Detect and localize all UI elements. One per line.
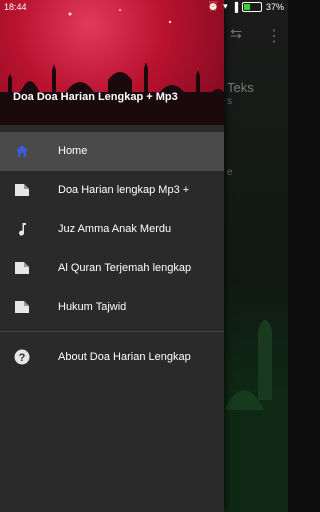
menu-item-label: Al Quran Terjemah lengkap xyxy=(58,262,192,274)
background-text: Teks xyxy=(227,80,254,95)
alarm-icon: ⏰ xyxy=(207,1,220,11)
menu-item-label: Home xyxy=(58,145,88,157)
file-icon xyxy=(15,184,29,196)
help-icon: ? xyxy=(14,349,30,365)
music-note-icon xyxy=(19,223,26,236)
menu-item-label: Hukum Tajwid xyxy=(58,301,127,313)
menu-item-about[interactable]: ? About Doa Harian Lengkap xyxy=(0,338,224,377)
battery-percent: 37% xyxy=(265,1,284,12)
menu-item-doa-harian[interactable]: Doa Harian lengkap Mp3 + xyxy=(0,171,224,210)
file-icon xyxy=(15,262,29,274)
menu-item-hukum-tajwid[interactable]: Hukum Tajwid xyxy=(0,288,224,327)
signal-icon: ▐ xyxy=(231,1,238,12)
drawer-menu: Home Doa Harian lengkap Mp3 + Juz Amma A… xyxy=(0,132,224,377)
menu-item-label: About Doa Harian Lengkap xyxy=(58,351,191,363)
wifi-icon: ▾ xyxy=(223,1,228,11)
svg-text:?: ? xyxy=(19,352,26,364)
share-icon[interactable]: ⮀ xyxy=(230,26,242,43)
status-bar: 18:44 ⏰ ▾ ▐ 37% xyxy=(0,0,288,14)
status-time: 18:44 xyxy=(4,2,27,12)
menu-item-label: Juz Amma Anak Merdu xyxy=(58,223,172,235)
battery-icon xyxy=(241,1,262,12)
toolbar-actions: ⮀ ⋮ xyxy=(224,22,288,56)
background-text: e xyxy=(227,167,233,178)
menu-item-home[interactable]: Home xyxy=(0,132,224,171)
more-icon[interactable]: ⋮ xyxy=(266,26,282,46)
drawer-header: Doa Doa Harian Lengkap + Mp3 xyxy=(0,0,224,125)
file-icon xyxy=(15,301,29,313)
menu-item-juz-amma[interactable]: Juz Amma Anak Merdu xyxy=(0,210,224,249)
navigation-drawer: Doa Doa Harian Lengkap + Mp3 Home Doa Ha… xyxy=(0,0,224,512)
menu-item-label: Doa Harian lengkap Mp3 + xyxy=(58,184,190,196)
mosque-silhouette-image xyxy=(224,320,288,512)
status-icons: ⏰ ▾ ▐ 37% xyxy=(208,1,284,12)
background-text: s xyxy=(227,96,232,107)
home-icon xyxy=(16,145,28,157)
drawer-header-title: Doa Doa Harian Lengkap + Mp3 xyxy=(13,91,178,103)
menu-item-al-quran[interactable]: Al Quran Terjemah lengkap xyxy=(0,249,224,288)
screen: ⮀ ⋮ Teks s e 18:44 ⏰ ▾ ▐ 37% Doa Doa Har… xyxy=(0,0,288,512)
menu-divider xyxy=(0,331,224,332)
mosque-header-image xyxy=(0,9,224,125)
